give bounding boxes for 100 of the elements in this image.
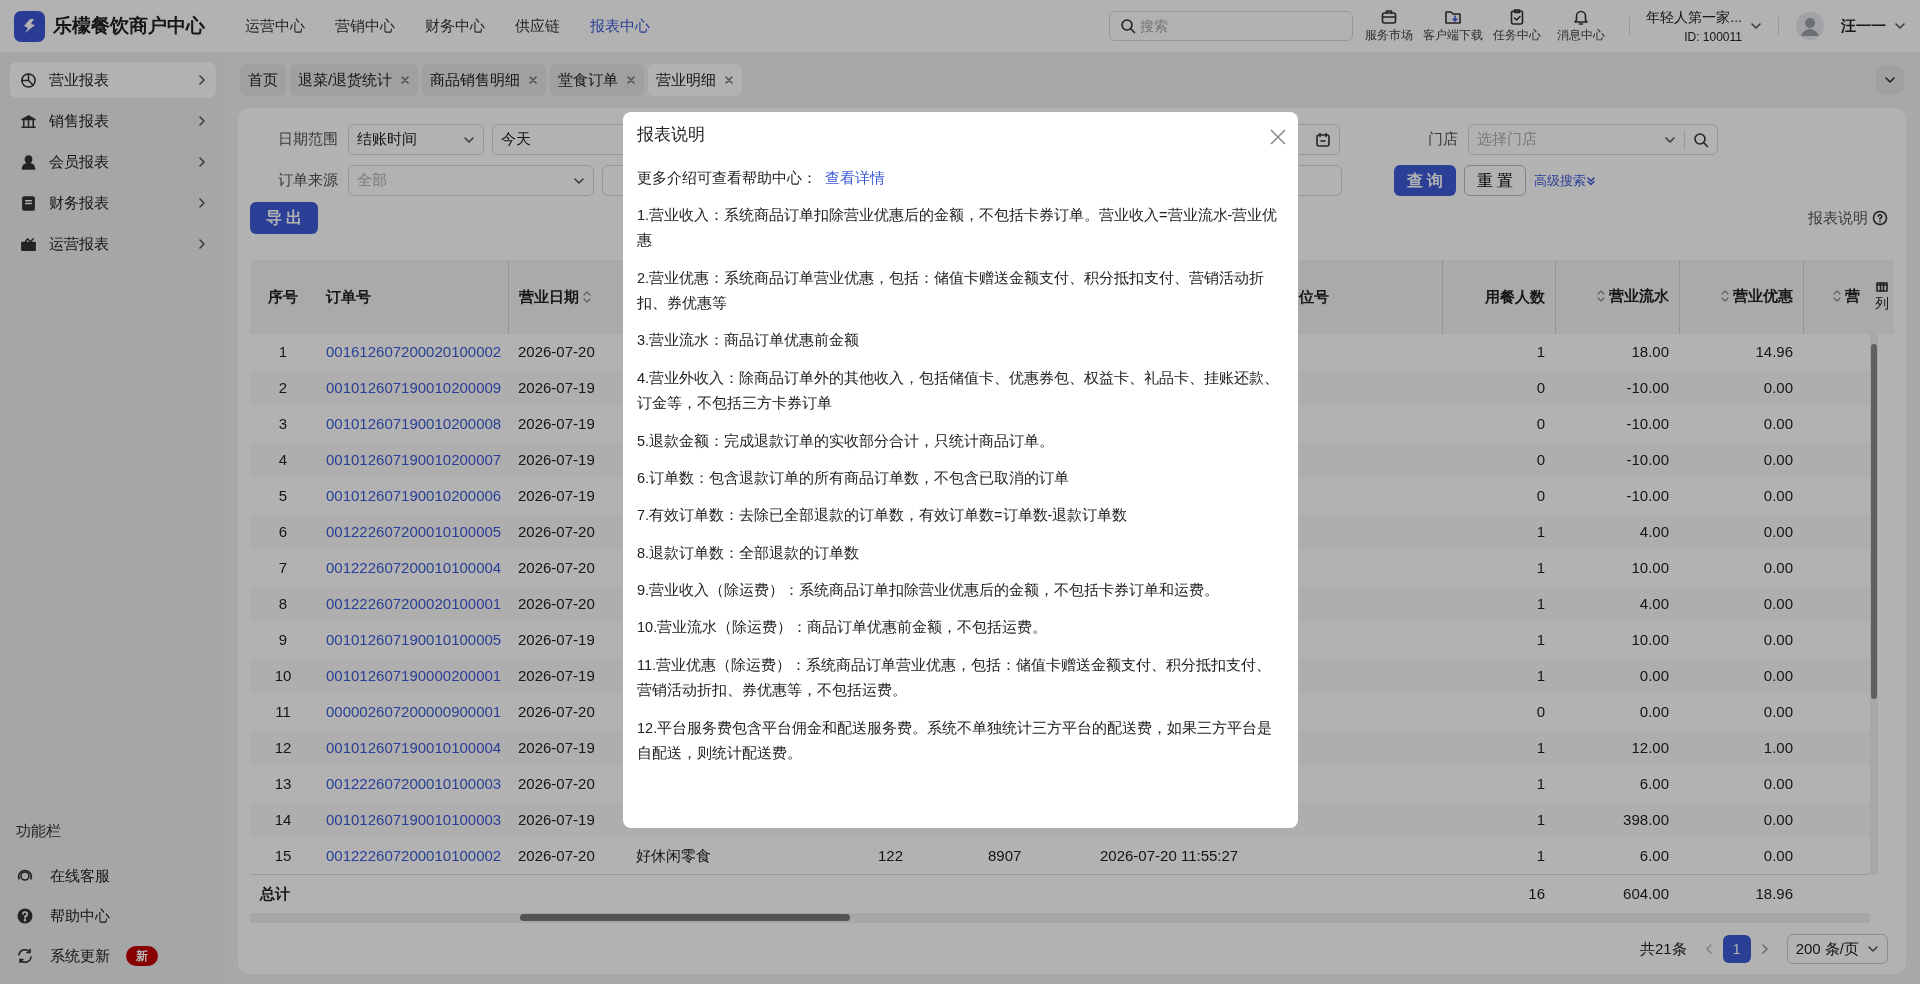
toolbar-button[interactable]: 服务市场: [1357, 8, 1422, 44]
order-link[interactable]: 001222607200010100004: [326, 558, 502, 576]
column-header[interactable]: 营业流水: [1596, 284, 1669, 308]
toolbar-button[interactable]: 客户端下载: [1421, 8, 1486, 44]
page-size-select[interactable]: 200 条/页: [1786, 934, 1888, 964]
table-cell: 0.00: [1763, 558, 1793, 576]
report-help-link[interactable]: 报表说明: [1808, 206, 1888, 230]
table-cell: 10: [274, 666, 292, 684]
page-tab[interactable]: 首页: [240, 64, 286, 96]
sidebar-link[interactable]: 在线客服: [50, 864, 110, 888]
sidebar-link[interactable]: 系统更新: [50, 944, 110, 968]
table-cell: 1: [1536, 342, 1545, 360]
table-cell: -10.00: [1626, 486, 1669, 504]
table-cell: 2026-07-19: [518, 810, 595, 828]
column-settings-button[interactable]: 列: [1870, 260, 1894, 334]
table-cell: 10.00: [1631, 630, 1669, 648]
nav-link[interactable]: 供应链: [515, 14, 560, 38]
reset-button[interactable]: 重 置: [1464, 165, 1526, 196]
page-number[interactable]: 1: [1722, 935, 1751, 963]
order-link[interactable]: 000002607200000900001: [326, 702, 502, 720]
table-cell: 2026-07-20: [518, 522, 595, 540]
table-cell: 0.00: [1639, 702, 1669, 720]
close-icon[interactable]: [724, 75, 735, 85]
table-cell: 8907: [988, 846, 1022, 864]
table-cell: 0.00: [1763, 522, 1793, 540]
table-cell: 12: [274, 738, 292, 756]
table-cell: 2026-07-19: [518, 450, 595, 468]
dialog-text: 5.退款金额：完成退款订单的实收部分合计，只统计商品订单。: [637, 431, 1056, 451]
page-tab[interactable]: 商品销售明细: [422, 64, 547, 96]
box-icon: [20, 235, 37, 253]
vertical-scrollbar[interactable]: [1870, 334, 1878, 874]
folder-download-icon: [1444, 8, 1463, 26]
close-icon[interactable]: [528, 75, 539, 85]
toolbar-button[interactable]: 消息中心: [1549, 8, 1614, 44]
dialog-title: 报表说明: [637, 124, 705, 146]
column-header[interactable]: 序号: [268, 285, 298, 309]
sidebar-item[interactable]: 销售报表: [10, 103, 216, 139]
order-link[interactable]: 001012607190010200006: [326, 486, 502, 504]
column-header[interactable]: 用餐人数: [1484, 285, 1545, 309]
table-cell: 2026-07-19: [518, 630, 595, 648]
close-icon[interactable]: [626, 75, 637, 85]
order-link[interactable]: 001222607200010100002: [326, 846, 502, 864]
order-link[interactable]: 001012607190010200008: [326, 414, 502, 432]
table-cell: 1: [1536, 630, 1545, 648]
export-button[interactable]: 导 出: [250, 202, 318, 234]
sidebar-item[interactable]: 会员报表: [10, 144, 216, 180]
column-header[interactable]: 营业优惠: [1720, 284, 1793, 308]
table-cell: 2026-07-19: [518, 486, 595, 504]
table-cell: 0.00: [1763, 414, 1793, 432]
nav-link[interactable]: 财务中心: [425, 14, 485, 38]
table-cell: 0.00: [1763, 378, 1793, 396]
advanced-search-link[interactable]: 高级搜索: [1534, 170, 1596, 191]
ledger-icon: [20, 194, 37, 212]
help-link[interactable]: 查看详情: [825, 169, 885, 186]
table-cell: 8: [278, 594, 288, 612]
page-tab[interactable]: 堂食订单: [550, 64, 645, 96]
bank-icon: [20, 112, 37, 130]
account-id: ID: 100011: [1684, 28, 1742, 46]
nav-link[interactable]: 运营中心: [245, 14, 305, 38]
column-header[interactable]: 订单号: [326, 285, 371, 309]
refresh-icon: [16, 947, 34, 965]
dialog-text: 4.营业外收入：除商品订单外的其他收入，包括储值卡、优惠券包、权益卡、礼品卡、挂账还款、订金等，不包括三方卡券订单: [637, 368, 1281, 414]
table-cell: 2026-07-19: [518, 378, 595, 396]
toolbar-button[interactable]: 任务中心: [1485, 8, 1550, 44]
table-cell: -10.00: [1626, 378, 1669, 396]
caret-icon: [1867, 943, 1879, 955]
select-field[interactable]: 结账时间: [348, 124, 484, 155]
help-icon: [1872, 210, 1888, 226]
table-cell: 10.00: [1631, 558, 1669, 576]
order-link[interactable]: 001012607190010100005: [326, 630, 502, 648]
table-cell: 0.00: [1763, 810, 1793, 828]
query-button[interactable]: 查 询: [1394, 165, 1456, 196]
field-label: 订单来源: [277, 170, 339, 191]
order-link[interactable]: 001222607200010100003: [326, 774, 502, 792]
page-tab[interactable]: 营业明细: [648, 64, 743, 96]
dialog-text: 8.退款订单数：全部退款的订单数: [637, 543, 861, 563]
table-cell: 9: [278, 630, 288, 648]
column-header[interactable]: 位号: [1298, 285, 1329, 309]
column-header[interactable]: 营: [1833, 284, 1860, 308]
dialog-text: 2.营业优惠：系统商品订单营业优惠，包括：储值卡赠送金额支付、积分抵扣支付、营销活动折扣、券优惠等: [637, 268, 1266, 313]
account-name: 年轻人第一家...: [1646, 7, 1742, 27]
close-icon[interactable]: [400, 75, 411, 85]
nav-link[interactable]: 营销中心: [335, 14, 395, 38]
sidebar-item[interactable]: 营业报表: [10, 62, 216, 98]
horizontal-scrollbar[interactable]: [250, 912, 1870, 923]
app-title: 乐檬餐饮商户中心: [53, 13, 206, 38]
table-cell: 1: [1536, 666, 1545, 684]
sidebar-item[interactable]: 财务报表: [10, 185, 216, 221]
order-link[interactable]: 001612607200020100002: [326, 342, 502, 360]
page-tab[interactable]: 退菜/退货统计: [290, 64, 419, 96]
section-title: 功能栏: [15, 820, 62, 841]
sidebar-item[interactable]: 运营报表: [10, 226, 216, 262]
chart-icon: [20, 71, 37, 89]
table-cell: 14: [274, 810, 292, 828]
logo-icon: [14, 10, 45, 42]
nav-link[interactable]: 报表中心: [590, 14, 650, 38]
sidebar-link[interactable]: 帮助中心: [50, 904, 110, 928]
table-cell: 12.00: [1631, 738, 1669, 756]
briefcase-icon: [1380, 8, 1399, 26]
expand-button[interactable]: [1876, 66, 1904, 94]
